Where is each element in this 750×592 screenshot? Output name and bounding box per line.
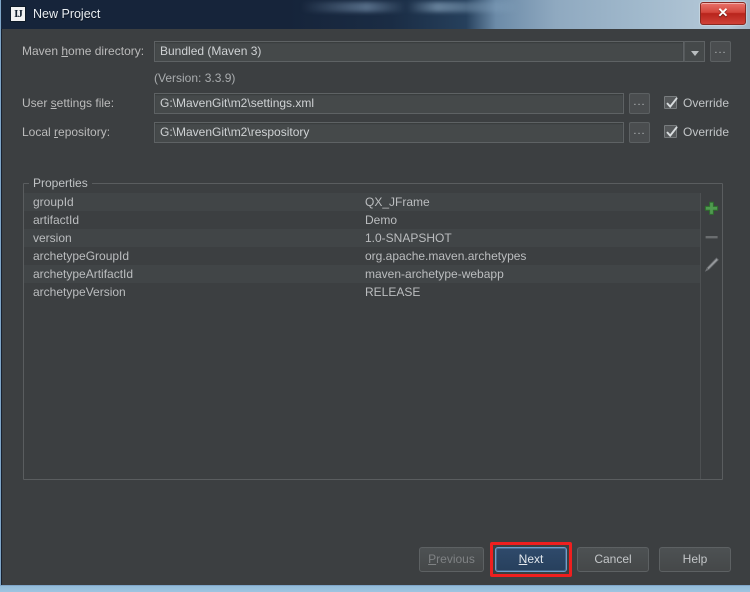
add-property-button[interactable] <box>701 199 722 225</box>
next-button[interactable]: Next <box>495 547 567 572</box>
minus-icon <box>705 236 718 239</box>
title-bar-sheen <box>301 2 521 12</box>
table-row[interactable]: version 1.0-SNAPSHOT <box>24 229 700 247</box>
table-row[interactable]: groupId QX_JFrame <box>24 193 700 211</box>
property-value: RELEASE <box>365 285 421 299</box>
help-button[interactable]: Help <box>659 547 731 572</box>
previous-button[interactable]: Previous <box>419 547 484 572</box>
window-title: New Project <box>33 7 101 21</box>
maven-home-directory-combo-input[interactable]: Bundled (Maven 3) <box>154 41 684 62</box>
edit-property-button[interactable] <box>701 255 722 281</box>
intellij-idea-icon: IJ <box>10 6 26 22</box>
remove-property-button[interactable] <box>701 227 722 253</box>
property-key: archetypeVersion <box>33 285 126 299</box>
property-key: archetypeGroupId <box>33 249 130 263</box>
property-key: version <box>33 231 72 245</box>
check-icon <box>666 97 678 109</box>
user-settings-file-label: User settings file: <box>22 96 115 110</box>
properties-toolbar <box>701 193 722 479</box>
close-icon: ✕ <box>717 5 729 20</box>
user-settings-file-input[interactable]: G:\MavenGit\m2\settings.xml <box>154 93 624 114</box>
check-icon <box>666 126 678 138</box>
plus-icon <box>704 201 719 215</box>
maven-home-directory-dropdown-arrow[interactable] <box>684 41 705 62</box>
dialog-content: Maven home directory: Bundled (Maven 3) … <box>2 29 750 585</box>
user-settings-override-label: Override <box>683 96 730 110</box>
maven-home-directory-browse-button[interactable]: ... <box>710 41 731 62</box>
table-row[interactable]: archetypeArtifactId maven-archetype-webap… <box>24 265 700 283</box>
checkbox-box <box>664 125 678 138</box>
user-settings-file-browse-button[interactable]: ... <box>629 93 650 114</box>
maven-home-directory-label: Maven home directory: <box>22 44 145 58</box>
table-row[interactable]: artifactId Demo <box>24 211 700 229</box>
checkbox-box <box>664 96 678 109</box>
local-repository-browse-button[interactable]: ... <box>629 122 650 143</box>
property-value: org.apache.maven.archetypes <box>365 249 527 263</box>
property-value: Demo <box>365 213 398 227</box>
chevron-down-icon <box>691 51 699 56</box>
properties-panel: groupId QX_JFrame artifactId Demo version 1.0… <box>24 193 722 479</box>
local-repository-label: Local repository: <box>22 125 111 139</box>
close-button[interactable]: ✕ <box>700 2 746 25</box>
property-value: 1.0-SNAPSHOT <box>365 231 452 245</box>
pencil-icon <box>704 257 719 272</box>
maven-version-note: (Version: 3.3.9) <box>154 71 236 85</box>
property-value: maven-archetype-webapp <box>365 267 504 281</box>
property-key: groupId <box>33 195 74 209</box>
local-repository-override-label: Override <box>683 125 730 139</box>
property-value: QX_JFrame <box>365 195 430 209</box>
cancel-button[interactable]: Cancel <box>577 547 649 572</box>
table-row[interactable]: archetypeGroupId org.apache.maven.archety… <box>24 247 700 265</box>
new-project-dialog-window: IJ New Project ✕ Maven home directory: B… <box>0 0 750 586</box>
local-repository-input[interactable]: G:\MavenGit\m2\respository <box>154 122 624 143</box>
window-title-bar: IJ New Project ✕ <box>1 0 750 30</box>
table-row[interactable]: archetypeVersion RELEASE <box>24 283 700 301</box>
property-key: artifactId <box>33 213 80 227</box>
property-key: archetypeArtifactId <box>33 267 134 281</box>
properties-group-title: Properties <box>29 176 92 191</box>
properties-table[interactable]: groupId QX_JFrame artifactId Demo version 1.0… <box>24 193 701 479</box>
